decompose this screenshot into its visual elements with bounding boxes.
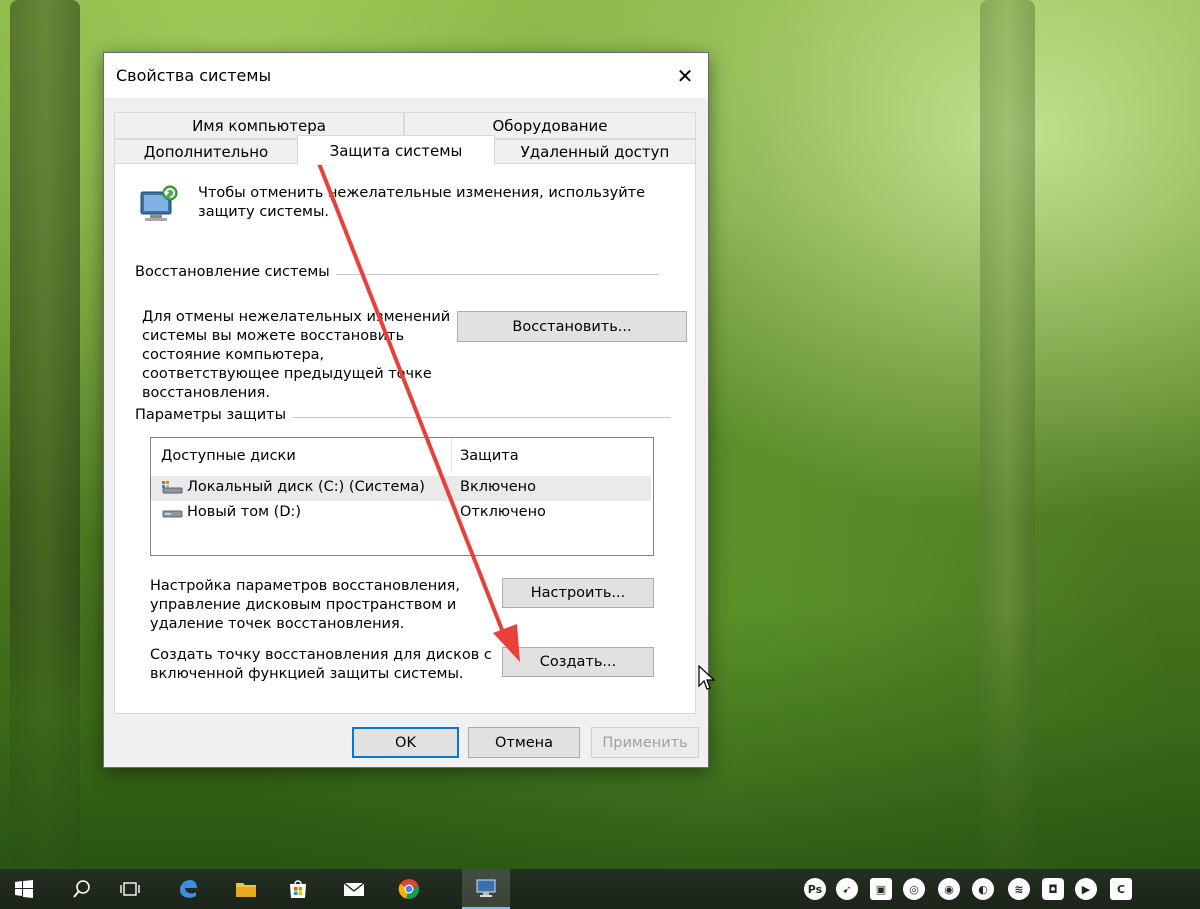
tray-player-icon[interactable]: ▶ [1075,878,1097,900]
start-icon[interactable] [0,869,48,909]
configure-desc-line-2: управление дисковым пространством и [150,597,457,613]
store-icon[interactable] [274,869,322,909]
system-properties-icon[interactable] [462,869,510,909]
restore-group-title: Восстановление системы [135,264,336,280]
tray-photos-icon[interactable]: ▣ [870,878,892,900]
drive-row-d[interactable]: Новый том (D:) Отключено [151,501,651,526]
column-header-protection[interactable]: Защита [460,438,650,474]
chrome-icon[interactable] [385,869,433,909]
tray-disk-icon[interactable]: ◘ [1042,878,1064,900]
tray-photoshop-icon[interactable]: Ps [804,878,826,900]
apply-button[interactable]: Применить [591,727,699,758]
restore-button[interactable]: Восстановить... [457,311,687,342]
drive-name: Локальный диск (C:) (Система) [187,479,425,495]
close-icon[interactable]: ✕ [662,53,708,98]
configure-desc-line-1: Настройка параметров восстановления, [150,578,460,594]
tray-layers-icon[interactable]: ≋ [1008,878,1030,900]
drive-status: Отключено [460,504,546,520]
restore-desc-line-1: Для отмены нежелательных изменений [142,309,451,325]
system-properties-dialog: Свойства системы ✕ Имя компьютера Оборуд… [103,52,709,768]
search-icon[interactable] [58,869,106,909]
create-button[interactable]: Создать... [502,647,654,677]
ok-button[interactable]: OK [352,727,459,758]
configure-desc-line-3: удаление точек восстановления. [150,616,405,632]
taskbar: Ps ➹ ▣ ◎ ◉ ◐ ≋ ◘ ▶ C [0,869,1200,909]
edge-icon[interactable] [164,869,212,909]
restore-desc-line-5: восстановления. [142,385,271,401]
intro-text-line-2: защиту системы. [198,204,330,220]
system-drive-icon [161,480,183,494]
system-protection-panel: Чтобы отменить нежелательные изменения, … [114,163,696,714]
tray-app-icon[interactable]: ◉ [938,878,960,900]
tab-system-protection[interactable]: Защита системы [297,135,495,165]
column-separator[interactable] [451,438,452,474]
column-header-drives[interactable]: Доступные диски [161,438,451,474]
tray-eye-icon[interactable]: ◐ [972,878,994,900]
task-view-icon[interactable] [106,869,154,909]
drive-icon [161,505,183,519]
tab-advanced[interactable]: Дополнительно [114,139,298,164]
title-bar[interactable]: Свойства системы ✕ [104,53,708,98]
restore-desc-line-4: соответствующее предыдущей точке [142,366,432,382]
drive-name: Новый том (D:) [187,504,302,520]
tray-telegram-icon[interactable]: ➹ [836,878,858,900]
drive-row-c[interactable]: Локальный диск (C:) (Система) Включено [151,476,651,501]
mail-icon[interactable] [330,869,378,909]
system-protection-monitor-icon [135,184,181,230]
restore-desc-line-3: состояние компьютера, [142,347,325,363]
window-title: Свойства системы [116,66,272,85]
protection-group-title: Параметры защиты [135,407,293,423]
drives-list[interactable]: Доступные диски Защита Локальный диск (C… [150,437,654,556]
tray-c-icon[interactable]: C [1110,878,1132,900]
tab-remote[interactable]: Удаленный доступ [494,139,696,164]
drive-status: Включено [460,479,537,495]
create-desc-line-2: включенной функцией защиты системы. [150,666,464,682]
file-explorer-icon[interactable] [222,869,270,909]
intro-text-line-1: Чтобы отменить нежелательные изменения, … [198,185,646,201]
restore-desc-line-2: системы вы можете восстановить [142,328,405,344]
tray-chrome-icon[interactable]: ◎ [903,878,925,900]
create-desc-line-1: Создать точку восстановления для дисков … [150,647,492,663]
cancel-button[interactable]: Отмена [468,727,580,758]
configure-button[interactable]: Настроить... [502,578,654,608]
mouse-cursor-icon [698,665,716,690]
